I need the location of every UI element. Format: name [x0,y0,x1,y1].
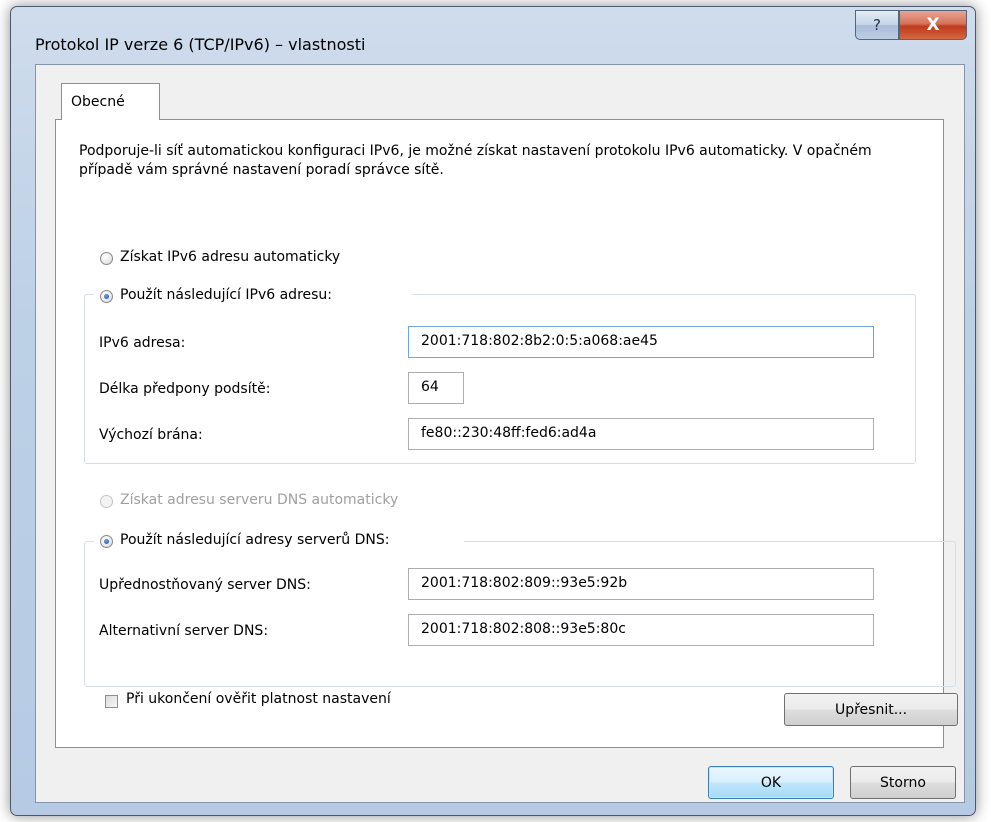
gateway-label: Výchozí brána: [99,427,203,443]
tab-general[interactable]: Obecné [61,83,160,120]
window-title: Protokol IP verze 6 (TCP/IPv6) – vlastno… [35,35,366,54]
ok-button[interactable]: OK [708,766,834,799]
dns-auto-label[interactable]: Získat adresu serveru DNS automaticky [120,492,398,508]
tab-panel: Podporuje-li síť automatickou konfigurac… [55,119,958,748]
ipv6-address-label: IPv6 adresa: [99,335,186,351]
alternate-dns-label: Alternativní server DNS: [99,623,269,639]
title-bar[interactable]: Protokol IP verze 6 (TCP/IPv6) – vlastno… [11,7,975,63]
ip-manual-label[interactable]: Použít následující IPv6 adresu: [120,287,332,303]
tab-general-label: Obecné [71,94,125,110]
ip-manual-radio[interactable] [100,290,113,303]
preferred-dns-input[interactable]: 2001:718:802:809::93e5:92b [408,568,874,600]
ip-auto-radio[interactable] [100,252,113,265]
dns-auto-radio[interactable] [100,495,113,508]
gateway-input[interactable]: fe80::230:48ff:fed6:ad4a [408,418,874,450]
client-area: Obecné Podporuje-li síť automatickou kon… [35,64,965,803]
preferred-dns-label: Upřednostňovaný server DNS: [99,577,311,593]
prefix-length-label: Délka předpony podsítě: [99,381,271,397]
validate-label[interactable]: Při ukončení ověřit platnost nastavení [126,691,391,707]
advanced-button-label: Upřesnit... [834,701,908,718]
cancel-button-label: Storno [880,774,926,791]
dns-manual-label[interactable]: Použít následující adresy serverů DNS: [120,532,389,548]
ok-button-label: OK [760,774,782,791]
dns-manual-radio[interactable] [100,535,113,548]
close-icon: X [926,15,940,35]
prefix-length-input[interactable]: 64 [408,372,464,404]
help-button[interactable]: ? [855,10,899,40]
description-text: Podporuje-li síť automatickou konfigurac… [79,143,872,178]
ipv6-address-input[interactable]: 2001:718:802:8b2:0:5:a068:ae45 [408,326,874,358]
alternate-dns-input[interactable]: 2001:718:802:808::93e5:80c [408,614,874,646]
close-button[interactable]: X [899,10,967,40]
help-icon: ? [873,16,881,34]
validate-checkbox[interactable] [105,695,118,708]
dialog-window: Protokol IP verze 6 (TCP/IPv6) – vlastno… [10,6,976,816]
advanced-button[interactable]: Upřesnit... [784,693,958,726]
cancel-button[interactable]: Storno [850,766,956,799]
ip-auto-label[interactable]: Získat IPv6 adresu automaticky [120,249,340,265]
